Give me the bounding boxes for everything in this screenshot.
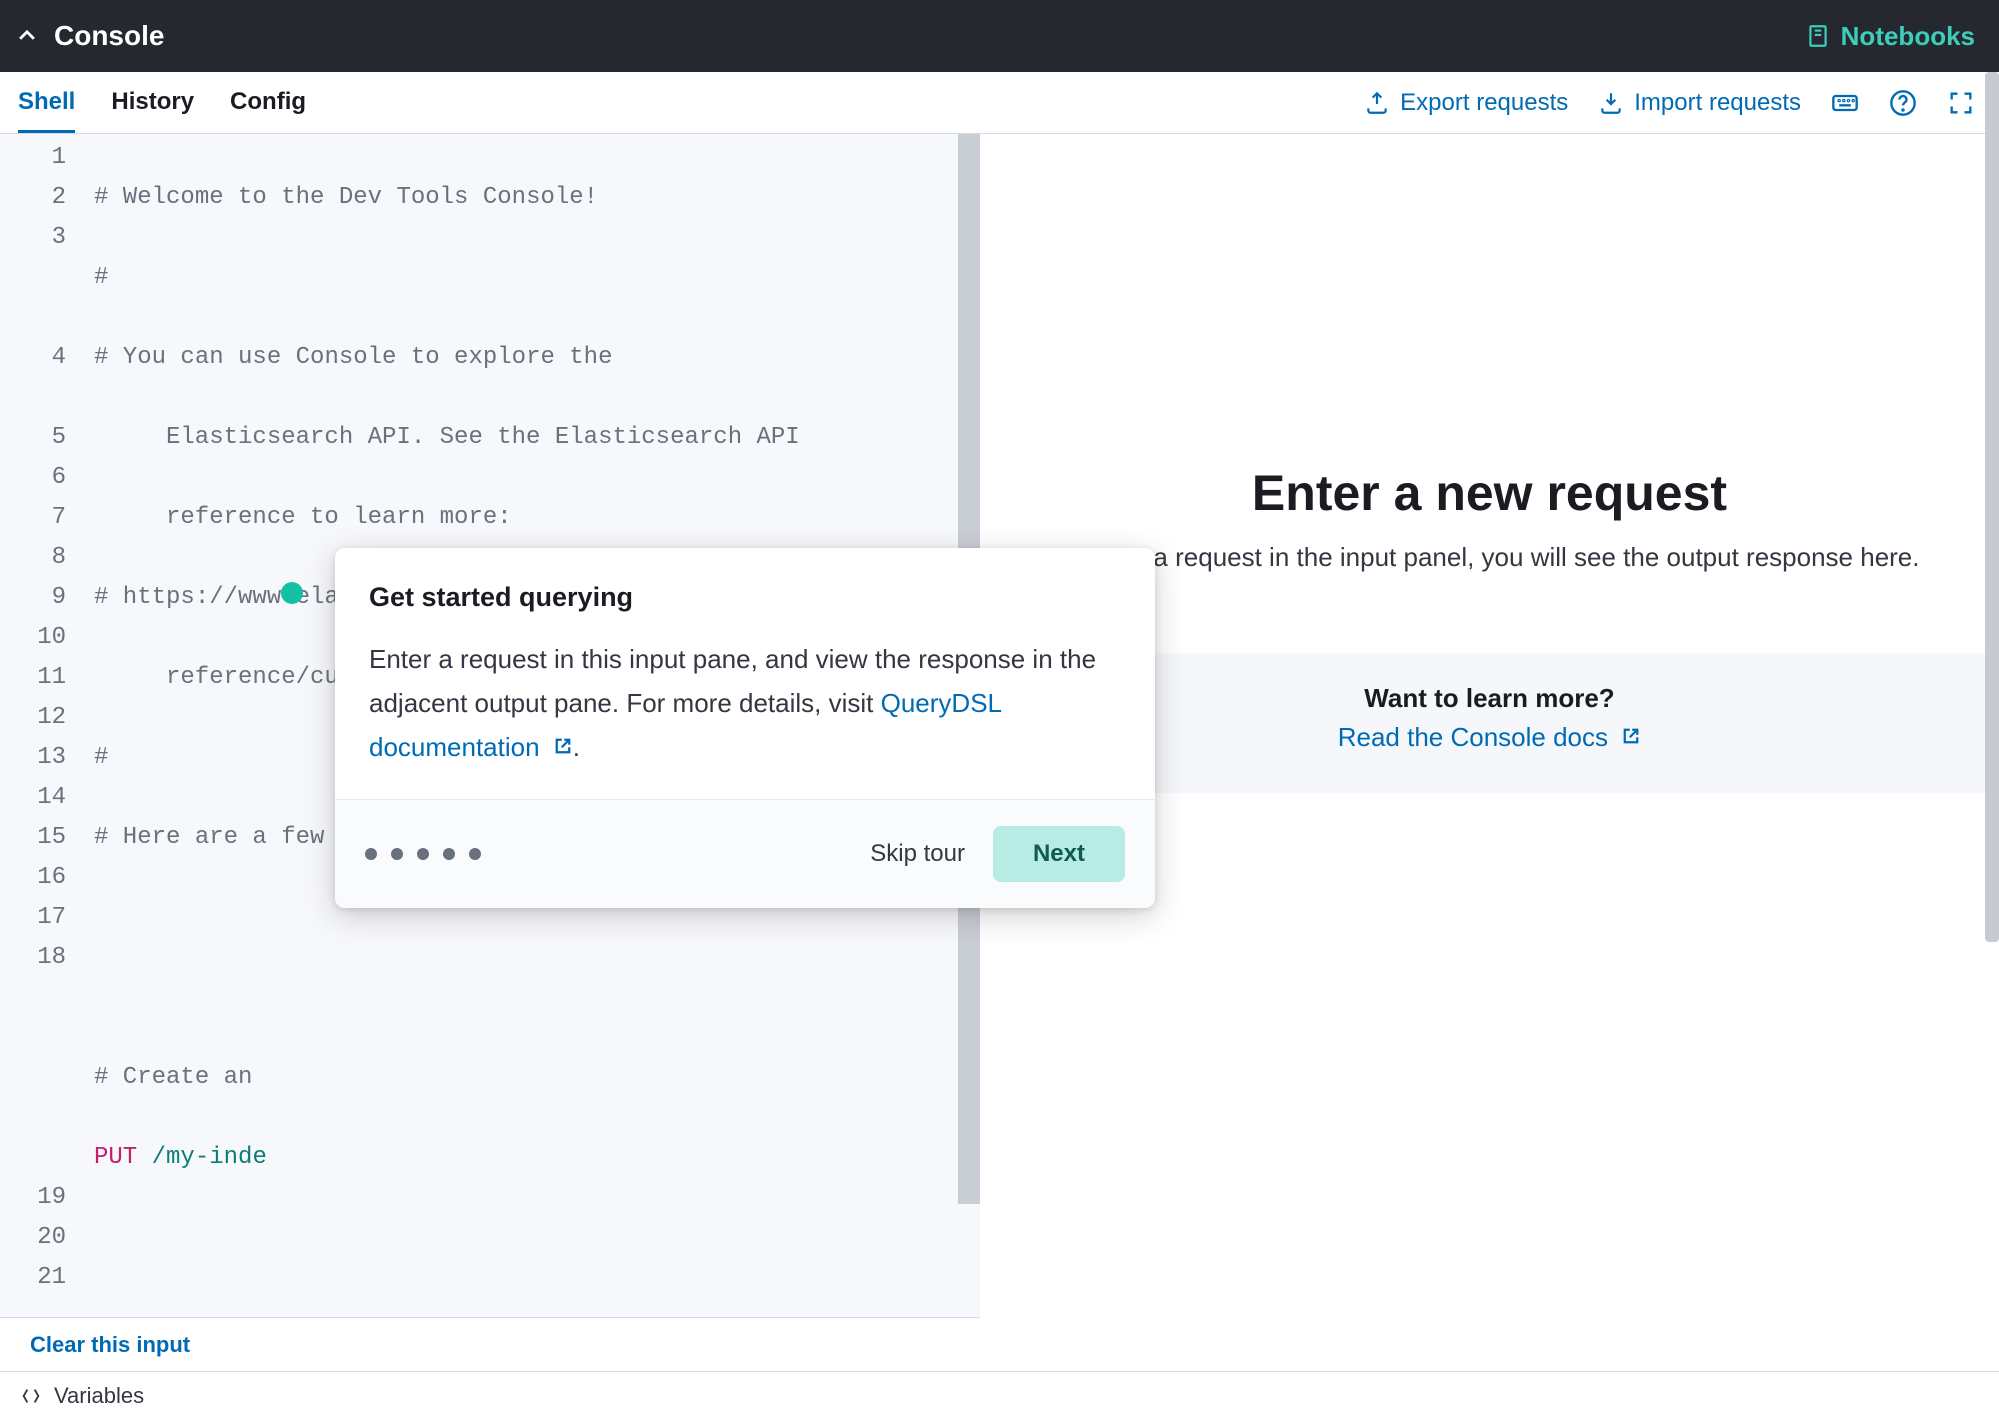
notebooks-label: Notebooks: [1841, 21, 1975, 52]
code-path: /my-inde: [137, 1144, 267, 1171]
tour-body: Enter a request in this input pane, and …: [369, 637, 1121, 769]
tab-config[interactable]: Config: [230, 72, 306, 133]
import-label: Import requests: [1634, 89, 1801, 117]
console-title: Console: [54, 20, 164, 52]
keyboard-shortcuts-icon[interactable]: [1831, 89, 1859, 117]
dot-icon: [443, 848, 455, 860]
output-heading: Enter a new request: [1252, 464, 1727, 522]
next-button[interactable]: Next: [993, 826, 1125, 882]
code-comment: Elasticsearch API. See the Elasticsearch…: [94, 418, 980, 458]
export-icon: [1364, 90, 1390, 116]
tab-shell[interactable]: Shell: [18, 72, 75, 133]
tab-history[interactable]: History: [111, 72, 194, 133]
fullscreen-icon[interactable]: [1947, 89, 1975, 117]
code-comment: reference to learn more:: [94, 498, 980, 538]
toolbar: Shell History Config Export requests Imp…: [0, 72, 1999, 134]
variables-label: Variables: [54, 1383, 144, 1409]
tour-popover: Get started querying Enter a request in …: [335, 548, 1155, 908]
dot-icon: [365, 848, 377, 860]
code-comment: # Create an: [94, 1064, 252, 1091]
notebooks-icon: [1805, 23, 1831, 49]
export-requests-button[interactable]: Export requests: [1364, 89, 1568, 117]
tour-body-end: .: [573, 732, 580, 762]
code-comment: #: [94, 744, 108, 771]
tour-title: Get started querying: [369, 582, 1121, 613]
dot-icon: [391, 848, 403, 860]
variables-icon: [20, 1385, 42, 1407]
notebooks-link[interactable]: Notebooks: [1805, 21, 1975, 52]
collapse-console-icon[interactable]: [16, 25, 38, 47]
export-label: Export requests: [1400, 89, 1568, 117]
code-comment: # Welcome to the Dev Tools Console!: [94, 184, 598, 211]
output-description: you run a request in the input panel, yo…: [1059, 542, 1919, 573]
console-header: Console Notebooks: [0, 0, 1999, 72]
page-scrollbar[interactable]: [1985, 72, 1999, 942]
line-gutter: 123456789101112131415161718192021: [0, 134, 94, 1317]
external-link-icon: [553, 725, 573, 769]
tour-beacon-icon: [281, 582, 303, 604]
skip-tour-button[interactable]: Skip tour: [870, 840, 965, 868]
dot-icon: [469, 848, 481, 860]
console-docs-label: Read the Console docs: [1338, 722, 1608, 752]
help-icon[interactable]: [1889, 89, 1917, 117]
code-comment: # You can use Console to explore the: [94, 344, 612, 371]
dot-icon: [417, 848, 429, 860]
code-method: PUT: [94, 1144, 137, 1171]
tour-step-dots: [365, 848, 481, 860]
import-icon: [1598, 90, 1624, 116]
external-link-icon: [1621, 722, 1641, 753]
import-requests-button[interactable]: Import requests: [1598, 89, 1801, 117]
code-comment: #: [94, 264, 108, 291]
clear-input-link[interactable]: Clear this input: [0, 1317, 980, 1371]
variables-bar[interactable]: Variables: [0, 1371, 1999, 1419]
